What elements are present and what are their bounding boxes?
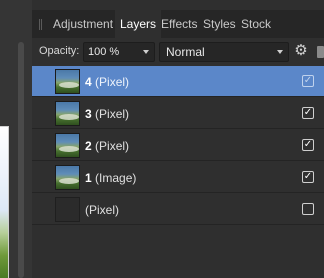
app-window: Adjustment Layers Effects Styles Stock O… — [0, 0, 324, 278]
visibility-checkbox[interactable] — [302, 203, 314, 215]
layer-row-3[interactable]: 3 (Pixel) ✓ — [32, 98, 324, 129]
opacity-dropdown[interactable]: 100 % — [83, 42, 155, 62]
layer-label: 4 (Pixel) — [85, 75, 129, 89]
layer-thumbnail — [55, 165, 80, 190]
canvas-image — [0, 126, 9, 278]
layer-row-1[interactable]: 1 (Image) ✓ — [32, 162, 324, 193]
layer-label: 1 (Image) — [85, 171, 136, 185]
layer-thumbnail — [55, 69, 80, 94]
layer-row-empty[interactable]: (Pixel) — [32, 194, 324, 225]
layer-options-bar: Opacity: 100 % Normal ⚙ — [32, 38, 324, 66]
tab-effects[interactable]: Effects — [156, 10, 202, 38]
layer-kind: (Pixel) — [95, 107, 130, 121]
layer-label: (Pixel) — [85, 203, 119, 217]
gear-icon[interactable]: ⚙ — [293, 42, 309, 60]
layer-row-2[interactable]: 2 (Pixel) ✓ — [32, 130, 324, 161]
chevron-down-icon — [143, 50, 149, 54]
layer-thumbnail — [55, 197, 80, 222]
visibility-checkbox[interactable]: ✓ — [302, 171, 314, 183]
layer-kind: (Pixel) — [85, 203, 120, 217]
layer-label: 2 (Pixel) — [85, 139, 129, 153]
lock-icon[interactable] — [317, 46, 324, 58]
tab-layers[interactable]: Layers — [115, 10, 162, 38]
visibility-checkbox[interactable]: ✓ — [302, 75, 314, 87]
visibility-checkbox[interactable]: ✓ — [302, 139, 314, 151]
layer-kind: (Image) — [95, 171, 137, 185]
opacity-label: Opacity: — [39, 45, 80, 57]
tab-adjustment[interactable]: Adjustment — [48, 10, 118, 38]
tab-styles[interactable]: Styles — [198, 10, 241, 38]
layer-kind: (Pixel) — [95, 75, 130, 89]
layer-row-4[interactable]: 4 (Pixel) ✓ — [32, 66, 324, 97]
chevron-down-icon — [277, 50, 283, 54]
layer-kind: (Pixel) — [95, 139, 130, 153]
layers-panel: Adjustment Layers Effects Styles Stock O… — [32, 0, 324, 278]
layers-list: 4 (Pixel) ✓ 3 (Pixel) ✓ 2 (Pixel) ✓ 1 (I… — [32, 66, 324, 278]
blend-mode-dropdown[interactable]: Normal — [159, 42, 289, 62]
panel-tab-bar: Adjustment Layers Effects Styles Stock — [32, 10, 324, 38]
vertical-scrollbar[interactable] — [18, 42, 24, 278]
panel-drag-handle[interactable] — [39, 19, 42, 30]
layer-number: 1 — [85, 171, 92, 185]
visibility-checkbox[interactable]: ✓ — [302, 107, 314, 119]
tab-stock[interactable]: Stock — [236, 10, 276, 38]
layer-label: 3 (Pixel) — [85, 107, 129, 121]
canvas-area[interactable] — [0, 0, 32, 278]
layer-number: 2 — [85, 139, 92, 153]
layer-number: 3 — [85, 107, 92, 121]
blend-mode-value: Normal — [166, 45, 205, 59]
opacity-value: 100 % — [88, 46, 120, 58]
layer-number: 4 — [85, 75, 92, 89]
layer-thumbnail — [55, 101, 80, 126]
layer-thumbnail — [55, 133, 80, 158]
